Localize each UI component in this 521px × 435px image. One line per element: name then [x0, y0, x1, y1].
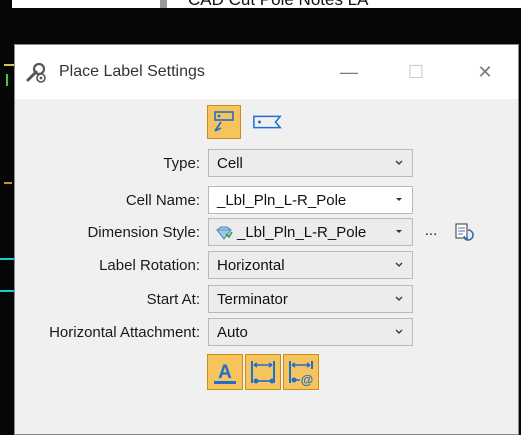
text-label-tool-button[interactable]: A	[207, 354, 243, 390]
label-rotation-value: Horizontal	[217, 257, 285, 274]
cell-name-row: Cell Name: _Lbl_Pln_L-R_Pole	[15, 186, 518, 216]
label-leader-icon	[214, 111, 234, 132]
chevron-down-icon	[395, 329, 403, 334]
start-at-label: Start At:	[146, 291, 200, 308]
background-cyan-line	[0, 258, 14, 260]
dimension-at-icon: @	[289, 361, 314, 387]
dropdown-arrow-icon	[396, 198, 402, 201]
dialog-title: Place Label Settings	[59, 63, 205, 80]
at-glyph: @	[301, 372, 314, 387]
type-dropdown[interactable]: Cell	[208, 149, 413, 177]
start-at-dropdown[interactable]: Terminator	[208, 285, 413, 313]
chevron-down-icon	[395, 296, 403, 301]
background-partial-text: CAD Cut Pole Notes LA	[188, 0, 368, 8]
dimension-at-tool-button[interactable]: @	[283, 354, 319, 390]
settings-wrench-icon	[26, 62, 46, 83]
label-rotation-label: Label Rotation:	[99, 257, 200, 274]
start-at-value: Terminator	[217, 291, 288, 308]
close-button[interactable]: ✕	[462, 53, 508, 91]
label-tool-toolbar: A @	[207, 353, 321, 391]
cell-name-combobox[interactable]: _Lbl_Pln_L-R_Pole	[208, 186, 413, 214]
dimension-style-dropdown[interactable]: _Lbl_Pln_L-R_Pole	[208, 218, 413, 246]
dimension-style-row: Dimension Style: _Lbl_Pln_L-R_Pole ...	[15, 218, 518, 248]
label-mode-toolbar	[207, 104, 285, 140]
cell-name-label: Cell Name:	[125, 192, 200, 209]
dimension-style-label: Dimension Style:	[87, 224, 200, 241]
dimension-style-browse-icon[interactable]	[453, 221, 475, 243]
horizontal-attachment-dropdown[interactable]: Auto	[208, 318, 413, 346]
tag-icon	[253, 115, 282, 129]
horizontal-attachment-value: Auto	[217, 324, 248, 341]
background-cyan-line-2	[0, 290, 14, 292]
label-rotation-row: Label Rotation: Horizontal	[15, 251, 518, 281]
dimension-tool-button[interactable]	[245, 354, 281, 390]
horizontal-attachment-row: Horizontal Attachment: Auto	[15, 318, 518, 348]
dropdown-arrow-icon	[396, 230, 402, 233]
title-bar[interactable]: Place Label Settings — ☐ ✕	[15, 45, 518, 99]
type-label: Type:	[163, 155, 200, 172]
dimension-style-more-button[interactable]: ...	[422, 222, 440, 242]
type-value: Cell	[217, 155, 243, 172]
type-row: Type: Cell	[15, 149, 518, 179]
background-orange-line	[4, 182, 12, 184]
background-green-line	[6, 74, 8, 86]
background-scroll-mark	[160, 0, 167, 8]
place-label-settings-dialog: Place Label Settings — ☐ ✕ Type: Cell Ce…	[14, 44, 519, 435]
text-a-icon: A	[214, 362, 236, 384]
chevron-down-icon	[395, 160, 403, 165]
place-label-mode-button[interactable]	[207, 105, 241, 139]
dimension-style-value: _Lbl_Pln_L-R_Pole	[237, 224, 367, 241]
chevron-down-icon	[395, 262, 403, 267]
background-yellow-line	[4, 64, 14, 66]
dimension-style-gem-icon	[216, 226, 233, 240]
horizontal-attachment-label: Horizontal Attachment:	[49, 324, 200, 341]
maximize-button[interactable]: ☐	[393, 53, 439, 91]
minimize-button[interactable]: —	[326, 53, 372, 91]
start-at-row: Start At: Terminator	[15, 285, 518, 315]
place-tag-mode-button[interactable]	[251, 105, 285, 139]
cell-name-value: _Lbl_Pln_L-R_Pole	[217, 192, 347, 209]
dimension-icon	[251, 361, 275, 384]
background-header-strip: CAD Cut Pole Notes LA	[12, 0, 521, 8]
label-rotation-dropdown[interactable]: Horizontal	[208, 251, 413, 279]
text-a-glyph: A	[218, 362, 232, 383]
